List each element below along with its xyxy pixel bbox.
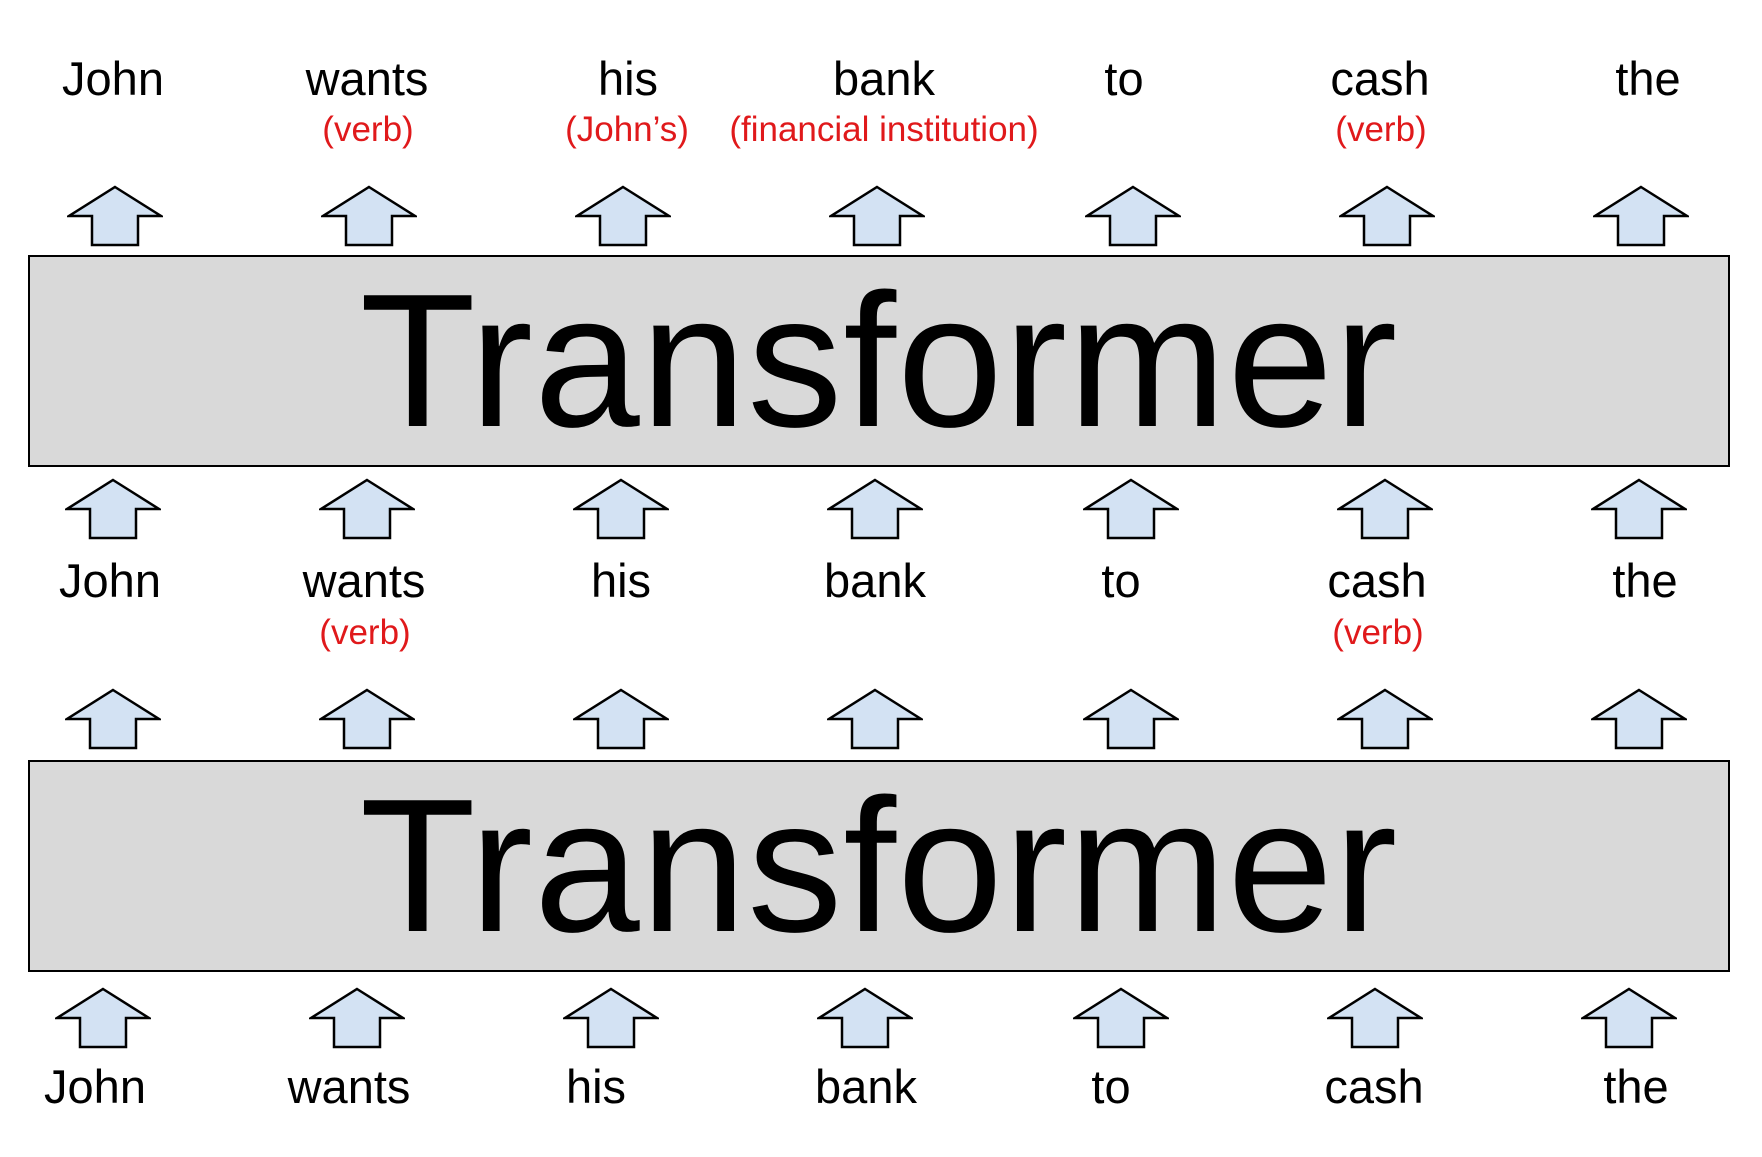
up-arrow-icon: [573, 478, 669, 540]
middle-word-john: John: [59, 554, 161, 607]
up-arrow-icon: [1085, 185, 1181, 247]
output-word-wants: wants: [305, 52, 429, 105]
output-annotation-cash: (verb): [1335, 110, 1427, 149]
up-arrow-icon: [1337, 688, 1433, 750]
up-arrow-icon: [573, 688, 669, 750]
output-annotation-bank: (financial institution): [729, 110, 1039, 149]
up-arrow-icon: [65, 478, 161, 540]
up-arrow-icon: [321, 185, 417, 247]
up-arrow-icon: [1339, 185, 1435, 247]
middle-word-the: the: [1612, 554, 1678, 607]
up-arrow-icon: [1593, 185, 1689, 247]
up-arrow-icon: [1327, 987, 1423, 1049]
input-word-bank: bank: [815, 1060, 917, 1113]
transformer-label-lower: Transformer: [359, 760, 1399, 972]
transformer-label-upper: Transformer: [359, 255, 1399, 467]
up-arrow-icon: [827, 478, 923, 540]
middle-annotation-cash: (verb): [1332, 613, 1424, 652]
transformer-block-upper: Transformer: [28, 255, 1730, 467]
up-arrow-icon: [319, 478, 415, 540]
input-word-john: John: [44, 1060, 146, 1113]
up-arrow-icon: [67, 185, 163, 247]
up-arrow-icon: [65, 688, 161, 750]
output-word-cash: cash: [1330, 52, 1430, 105]
transformer-block-lower: Transformer: [28, 760, 1730, 972]
middle-annotation-wants: (verb): [319, 613, 411, 652]
middle-word-bank: bank: [824, 554, 926, 607]
up-arrow-icon: [829, 185, 925, 247]
up-arrow-icon: [563, 987, 659, 1049]
middle-word-wants: wants: [302, 554, 426, 607]
output-annotation-wants: (verb): [322, 110, 414, 149]
input-word-the: the: [1603, 1060, 1669, 1113]
up-arrow-icon: [1083, 688, 1179, 750]
up-arrow-icon: [309, 987, 405, 1049]
up-arrow-icon: [55, 987, 151, 1049]
input-word-to: to: [1091, 1060, 1131, 1113]
up-arrow-icon: [575, 185, 671, 247]
output-word-bank: bank: [833, 52, 935, 105]
output-annotation-his: (John’s): [565, 110, 689, 149]
up-arrow-icon: [319, 688, 415, 750]
middle-word-his: his: [590, 554, 652, 607]
output-word-john: John: [62, 52, 164, 105]
up-arrow-icon: [1083, 478, 1179, 540]
output-word-the: the: [1615, 52, 1681, 105]
up-arrow-icon: [1581, 987, 1677, 1049]
middle-word-cash: cash: [1327, 554, 1427, 607]
input-word-cash: cash: [1324, 1060, 1424, 1113]
input-word-his: his: [565, 1060, 627, 1113]
output-word-his: his: [597, 52, 659, 105]
up-arrow-icon: [1337, 478, 1433, 540]
up-arrow-icon: [1591, 688, 1687, 750]
middle-word-to: to: [1101, 554, 1141, 607]
output-word-to: to: [1104, 52, 1144, 105]
up-arrow-icon: [817, 987, 913, 1049]
up-arrow-icon: [827, 688, 923, 750]
up-arrow-icon: [1591, 478, 1687, 540]
up-arrow-icon: [1073, 987, 1169, 1049]
input-word-wants: wants: [287, 1060, 411, 1113]
